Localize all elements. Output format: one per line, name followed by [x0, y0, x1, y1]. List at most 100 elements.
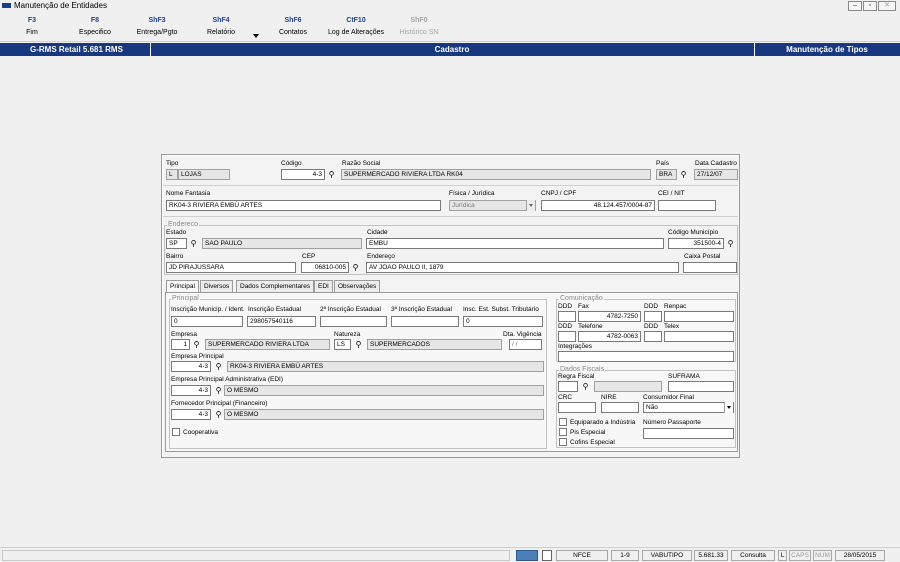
pis-checkbox[interactable]: [559, 428, 567, 436]
codigo-field[interactable]: 4-3: [281, 169, 325, 180]
suframa-label: SUFRAMA: [668, 373, 700, 380]
cidade-field[interactable]: EMBU: [366, 238, 664, 249]
insc-est-field[interactable]: 298057540116: [247, 316, 316, 327]
regra-fiscal-name-field: [594, 381, 662, 392]
razao-label: Razão Social: [342, 160, 381, 167]
fk-log-button[interactable]: CtF10 Log de Alterações: [323, 17, 389, 36]
endereco-field[interactable]: AV JOAO PAULO II, 1879: [366, 262, 679, 273]
fornecedor-name-field: O MESMO: [224, 409, 544, 420]
integracoes-label: Integrações: [558, 343, 592, 350]
ddd-renpac-field[interactable]: [644, 311, 662, 322]
fk-contatos-button[interactable]: ShF6 Contatos: [261, 17, 325, 36]
status-date: 28/05/2015: [835, 550, 885, 561]
empresa-label: Empresa: [171, 331, 198, 338]
cep-search-icon[interactable]: ⚲: [350, 262, 361, 273]
equiparado-checkbox[interactable]: [559, 418, 567, 426]
passaporte-label: Número Passaporte: [643, 419, 701, 426]
emp-principal-field[interactable]: 4-3: [171, 361, 211, 372]
fantasia-label: Nome Fantasia: [166, 190, 211, 197]
tab-observacoes[interactable]: Observações: [334, 280, 381, 292]
pais-search-icon[interactable]: ⚲: [678, 169, 689, 180]
emp-principal-name-field: RK04-3 RIVIERA EMBÚ ARTES: [227, 361, 544, 372]
consumidor-label: Consumidor Final: [643, 394, 694, 401]
relatorio-dropdown-icon[interactable]: [253, 34, 259, 38]
insc-est2-field[interactable]: [320, 316, 387, 327]
module-header: G-RMS Retail 5.681 RMS Cadastro Manutenç…: [0, 43, 900, 56]
tab-dados-complementares[interactable]: Dados Complementares: [236, 280, 315, 292]
cooperativa-checkbox[interactable]: [172, 428, 180, 436]
fornecedor-field[interactable]: 4-3: [171, 409, 211, 420]
cei-field[interactable]: [658, 200, 716, 211]
natureza-field[interactable]: LS: [334, 339, 351, 350]
cep-label: CEP: [302, 253, 316, 260]
nome-fantasia-field[interactable]: RK04-3 RIVIERA EMBÚ ARTES: [166, 200, 441, 211]
estado-field[interactable]: SP: [166, 238, 187, 249]
tab-edi[interactable]: EDI: [314, 280, 333, 292]
estado-name-field: SAO PAULO: [202, 238, 362, 249]
caixa-postal-field[interactable]: [683, 262, 737, 273]
ddd-fax-label: DDD: [558, 303, 573, 310]
municipio-field[interactable]: 351500-4: [668, 238, 724, 249]
cep-field[interactable]: 06810-005: [301, 262, 349, 273]
regra-fiscal-field[interactable]: [558, 381, 578, 392]
fk-fim-button[interactable]: F3 Fim: [0, 17, 64, 36]
ddd-telex-label: DDD: [644, 323, 659, 330]
suframa-field[interactable]: [668, 381, 734, 392]
fisica-dropdown-icon[interactable]: [526, 200, 535, 211]
municipio-search-icon[interactable]: ⚲: [725, 238, 736, 249]
telefone-field[interactable]: 4782-0063: [578, 331, 641, 342]
fk-relatorio-button[interactable]: ShF4 Relatório: [189, 17, 253, 36]
emp-adm-field[interactable]: 4-3: [171, 385, 211, 396]
telex-field[interactable]: [664, 331, 734, 342]
ddd-tel-field[interactable]: [558, 331, 576, 342]
consumidor-select[interactable]: Não: [643, 402, 734, 413]
tipo-label: Tipo: [166, 160, 179, 167]
integracoes-field[interactable]: [558, 351, 734, 362]
codigo-search-icon[interactable]: ⚲: [326, 169, 337, 180]
app-icon: [2, 3, 11, 8]
tipo-code-field[interactable]: L: [166, 169, 178, 180]
close-button[interactable]: ✕: [878, 1, 896, 11]
minimize-button[interactable]: –: [848, 1, 862, 11]
insc-subst-field[interactable]: 0: [463, 316, 543, 327]
nire-field[interactable]: [601, 402, 639, 413]
empresa-name-field: SUPERMERCADO RIVIERA LTDA: [205, 339, 330, 350]
cofins-checkbox[interactable]: [559, 438, 567, 446]
pis-label: Pis Especial: [570, 429, 606, 436]
renpac-field[interactable]: [664, 311, 734, 322]
pais-field[interactable]: BRA: [656, 169, 677, 180]
passaporte-field[interactable]: [643, 428, 734, 439]
fk-especifico-button[interactable]: F8 Especifico: [63, 17, 127, 36]
crc-field[interactable]: [558, 402, 596, 413]
screen-title: Manutenção de Tipos: [786, 45, 868, 54]
emp-principal-search-icon[interactable]: ⚲: [213, 361, 224, 372]
insc-mun-field[interactable]: 0: [171, 316, 243, 327]
tab-diversos[interactable]: Diversos: [200, 280, 234, 292]
fk-entrega-button[interactable]: ShF3 Entrega/Pgto: [125, 17, 189, 36]
cnpj-field[interactable]: 48.124.457/0004-87: [541, 200, 655, 211]
empresa-field[interactable]: 1: [171, 339, 190, 350]
telefone-label: Telefone: [578, 323, 603, 330]
emp-adm-search-icon[interactable]: ⚲: [213, 385, 224, 396]
fisica-juridica-select[interactable]: Jurídica: [449, 200, 536, 211]
insc-est3-field[interactable]: [391, 316, 459, 327]
window-title: Manutenção de Entidades: [14, 1, 107, 10]
ddd-telex-field[interactable]: [644, 331, 662, 342]
fornecedor-search-icon[interactable]: ⚲: [213, 409, 224, 420]
estado-search-icon[interactable]: ⚲: [188, 238, 199, 249]
document-icon: [542, 550, 552, 561]
consumidor-dropdown-icon[interactable]: [724, 402, 733, 413]
bairro-field[interactable]: JD PIRAJUSSARA: [166, 262, 296, 273]
status-num: NUM: [813, 550, 832, 561]
ddd-fax-field[interactable]: [558, 311, 576, 322]
vigencia-field[interactable]: / /: [509, 339, 542, 350]
status-range: 1-9: [611, 550, 639, 561]
cofins-label: Cofins Especial: [570, 439, 615, 446]
empresa-search-icon[interactable]: ⚲: [191, 339, 202, 350]
natureza-search-icon[interactable]: ⚲: [353, 339, 364, 350]
maximize-button[interactable]: ▫: [863, 1, 877, 11]
fax-field[interactable]: 4782-7250: [578, 311, 641, 322]
status-bar: NFCE 1-9 VABUTIPO 5.681.33 Consulta L CA…: [0, 547, 900, 562]
bairro-label: Bairro: [166, 253, 184, 260]
regra-fiscal-search-icon[interactable]: ⚲: [580, 381, 591, 392]
